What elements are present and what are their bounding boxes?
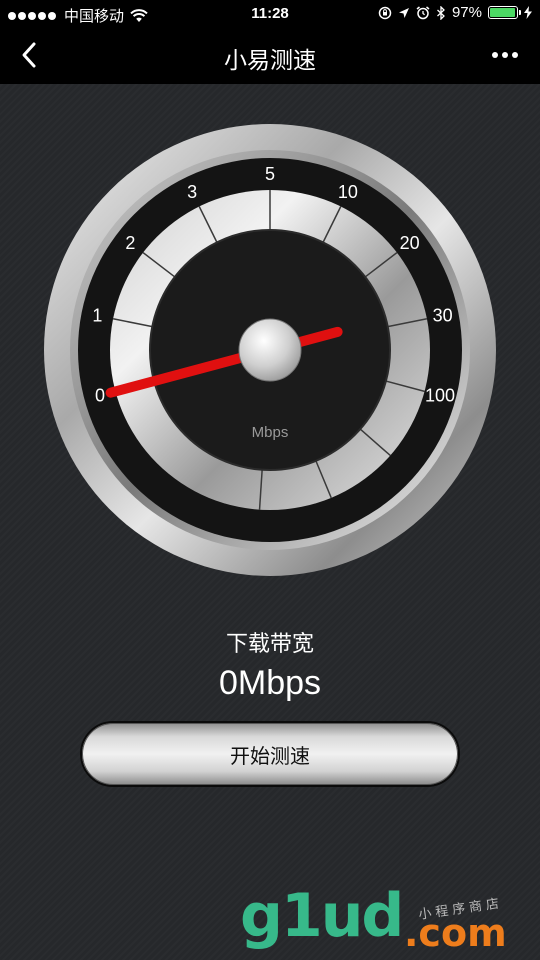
more-dots-icon[interactable] (488, 52, 518, 58)
location-arrow-icon (398, 7, 409, 18)
alarm-icon (416, 5, 430, 19)
battery-icon (488, 6, 521, 19)
start-test-button[interactable]: 开始测速 (80, 721, 460, 787)
bandwidth-value: 0Mbps (218, 664, 322, 702)
gauge-scale-label: 100 (425, 386, 455, 406)
battery-percent: 97% (451, 4, 482, 21)
gauge-scale-label: 2 (125, 233, 135, 253)
bandwidth-title: 下载带宽 (225, 632, 314, 657)
bluetooth-icon (437, 5, 445, 20)
gauge-scale-label: 1 (92, 306, 102, 326)
status-bar: 中国移动 11:28 97% (0, 0, 540, 28)
page-title: 小易测速 (224, 48, 316, 74)
gauge-hub (238, 318, 302, 382)
gauge-scale-label: 3 (187, 182, 197, 202)
gauge-unit-label: Mbps (252, 424, 289, 441)
watermark: g1ud .com 小程序商店 (240, 880, 540, 960)
orientation-lock-icon (378, 6, 392, 19)
gauge-scale-label: 5 (265, 164, 275, 184)
gauge-scale-label: 10 (338, 182, 358, 202)
gauge-scale-label: 30 (433, 306, 453, 326)
gauge-scale-label: 0 (95, 386, 105, 406)
watermark-logo: g1ud (240, 881, 404, 951)
speed-gauge: Mbps 0 1 2 3 5 10 20 30 100 (44, 124, 496, 576)
nav-bar: 小易测速 (0, 28, 540, 84)
gauge-scale-label: 20 (400, 233, 420, 253)
charging-bolt-icon (524, 6, 532, 19)
